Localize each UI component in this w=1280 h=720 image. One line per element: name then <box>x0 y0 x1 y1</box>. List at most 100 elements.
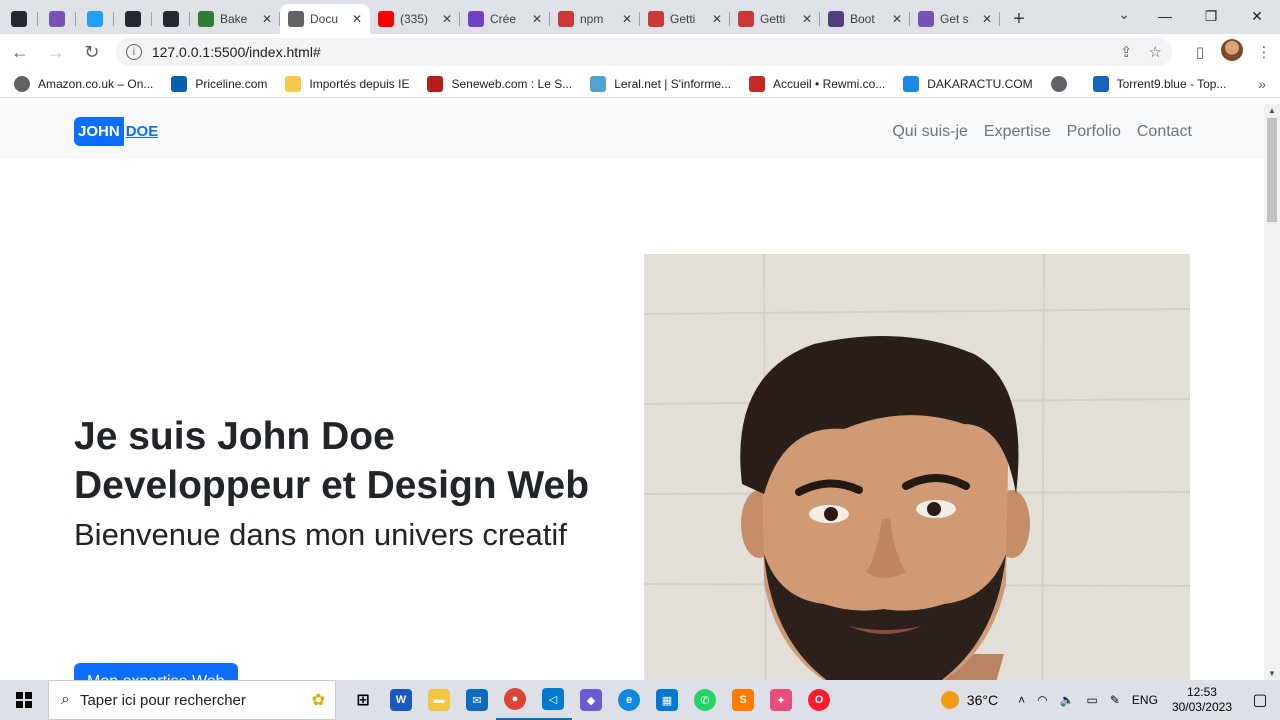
nav-link-contact[interactable]: Contact <box>1137 123 1192 141</box>
clock[interactable]: 12:53 30/03/2023 <box>1172 685 1232 715</box>
site-navbar: JOHN DOE Qui suis-je Expertise Porfolio … <box>0 104 1264 159</box>
tab-close-icon[interactable]: ✕ <box>442 12 452 26</box>
browser-tab[interactable]: npm ✕ <box>550 4 640 34</box>
language-indicator[interactable]: ENG <box>1132 693 1158 707</box>
battery-icon[interactable]: ▭ <box>1087 693 1098 707</box>
new-tab-button[interactable]: + <box>1004 4 1034 34</box>
copilot-icon[interactable]: ◆ <box>572 680 610 720</box>
tab-close-icon[interactable]: ✕ <box>262 12 272 26</box>
globe-icon <box>1050 75 1067 92</box>
bookmark-item[interactable]: Priceline.com <box>171 75 268 92</box>
tab-close-icon[interactable]: ✕ <box>532 12 542 26</box>
edge-icon[interactable]: e <box>610 680 648 720</box>
scrollbar-thumb[interactable] <box>1267 118 1277 222</box>
windows-start-icon[interactable] <box>0 680 48 720</box>
bookmark-item[interactable] <box>1050 75 1075 92</box>
bookmark-item[interactable]: Torrent9.blue - Top... <box>1092 75 1226 92</box>
opera-icon[interactable]: O <box>800 680 838 720</box>
scroll-down-arrow-icon[interactable]: ▼ <box>1268 669 1276 678</box>
profile-avatar[interactable] <box>1216 39 1248 65</box>
windows-taskbar: ⌕ Taper ici pour rechercher ✿ ⊞ W ▬ ✉ ● … <box>0 680 1280 720</box>
weather-widget[interactable]: 36°C <box>940 691 999 709</box>
browser-tab[interactable] <box>152 4 190 34</box>
bookmark-item[interactable]: Amazon.co.uk – On... <box>14 75 153 92</box>
bookmark-star-icon[interactable]: ☆ <box>1149 43 1162 61</box>
tab-search-chevron-icon[interactable]: ⌄ <box>1118 6 1130 23</box>
page-scrollbar[interactable]: ▲ ▼ <box>1264 104 1280 680</box>
profile-photo <box>644 254 1190 680</box>
browser-tab[interactable]: Docu ✕ <box>280 4 370 34</box>
tab-title: Boot <box>850 12 875 26</box>
pen-icon[interactable]: ✎ <box>1110 693 1120 707</box>
side-panel-icon[interactable]: ▯ <box>1184 43 1216 61</box>
browser-toolbar: ← → ↻ i 127.0.0.1:5500/index.html# ⇪ ☆ ▯… <box>0 34 1280 70</box>
bookmark-label: Seneweb.com : Le S... <box>451 76 573 91</box>
share-icon[interactable]: ⇪ <box>1120 43 1133 61</box>
browser-tab[interactable]: Bake ✕ <box>190 4 280 34</box>
browser-tab[interactable]: Boot ✕ <box>820 4 910 34</box>
browser-tab[interactable] <box>0 4 38 34</box>
restore-icon[interactable]: ❐ <box>1188 0 1234 32</box>
nav-link-qui-suis-je[interactable]: Qui suis-je <box>892 123 968 141</box>
bookmark-label: Leral.net | S'informe... <box>614 76 732 91</box>
scroll-up-arrow-icon[interactable]: ▲ <box>1268 106 1276 115</box>
mail-icon[interactable]: ✉ <box>458 680 496 720</box>
nav-link-portfolio[interactable]: Porfolio <box>1067 123 1121 141</box>
tab-close-icon[interactable]: ✕ <box>982 12 992 26</box>
site-info-icon[interactable]: i <box>125 44 142 60</box>
bookmark-item[interactable]: Accueil • Rewmi.co... <box>749 75 885 92</box>
bookmark-item[interactable]: DAKARACTU.COM <box>903 75 1033 92</box>
whatsapp-icon[interactable]: ✆ <box>686 680 724 720</box>
sublime-icon[interactable]: S <box>724 680 762 720</box>
rewmi-icon <box>749 75 766 92</box>
minimize-icon[interactable]: — <box>1142 0 1188 32</box>
file-explorer-icon[interactable]: ▬ <box>420 680 458 720</box>
menu-kebab-icon[interactable]: ⋮ <box>1248 43 1280 61</box>
taskbar-search-box[interactable]: ⌕ Taper ici pour rechercher ✿ <box>48 680 336 720</box>
task-view-icon[interactable]: ⊞ <box>344 680 382 720</box>
tab-close-icon[interactable]: ✕ <box>622 12 632 26</box>
browser-tab[interactable]: Getti ✕ <box>730 4 820 34</box>
git-kraken-icon[interactable]: ✦ <box>762 680 800 720</box>
browser-tab[interactable]: Crée ✕ <box>460 4 550 34</box>
browser-tab[interactable] <box>76 4 114 34</box>
bootstrap-icon <box>49 11 65 27</box>
browser-tab[interactable] <box>114 4 152 34</box>
site-brand-link[interactable]: JOHN DOE <box>74 117 158 146</box>
close-window-icon[interactable]: ✕ <box>1234 0 1280 32</box>
store-icon[interactable]: ▦ <box>648 680 686 720</box>
weather-temperature: 36°C <box>966 692 999 708</box>
expertise-cta-button[interactable]: Mon expertise Web <box>74 663 238 680</box>
reload-icon[interactable]: ↻ <box>76 36 108 68</box>
wifi-icon[interactable]: ◠ <box>1037 693 1047 707</box>
url-text: 127.0.0.1:5500/index.html# <box>151 44 321 60</box>
notification-icon[interactable]: ▢ <box>1240 690 1280 710</box>
github-icon <box>125 11 141 27</box>
page-viewport: JOHN DOE Qui suis-je Expertise Porfolio … <box>0 104 1264 680</box>
browser-tab[interactable]: Getti ✕ <box>640 4 730 34</box>
forward-arrow-icon[interactable]: → <box>40 36 72 68</box>
search-icon: ⌕ <box>61 691 70 708</box>
bookmarks-overflow-icon[interactable]: » <box>1258 76 1266 92</box>
tab-close-icon[interactable]: ✕ <box>892 12 902 26</box>
browser-tab[interactable]: (335) ✕ <box>370 4 460 34</box>
word-icon[interactable]: W <box>382 680 420 720</box>
github-icon <box>11 11 27 27</box>
bookmark-item[interactable]: Importés depuis IE <box>285 75 409 92</box>
browser-tab[interactable] <box>38 4 76 34</box>
tab-close-icon[interactable]: ✕ <box>712 12 722 26</box>
bookmark-item[interactable]: Seneweb.com : Le S... <box>427 75 573 92</box>
bookmark-label: Priceline.com <box>195 76 268 91</box>
nav-link-expertise[interactable]: Expertise <box>984 123 1051 141</box>
address-bar[interactable]: i 127.0.0.1:5500/index.html# ⇪ ☆ <box>115 38 1172 66</box>
tray-chevron-up-icon[interactable]: ˄ <box>1018 693 1025 707</box>
tab-close-icon[interactable]: ✕ <box>352 12 362 26</box>
bookmark-item[interactable]: Leral.net | S'informe... <box>590 75 732 92</box>
chrome-icon[interactable]: ● <box>496 680 534 720</box>
vscode-icon[interactable]: ◁ <box>534 680 572 720</box>
bookmark-label: DAKARACTU.COM <box>927 76 1033 91</box>
back-arrow-icon[interactable]: ← <box>4 36 36 68</box>
browser-tab[interactable]: Get s ✕ <box>910 4 1000 34</box>
tab-close-icon[interactable]: ✕ <box>802 12 812 26</box>
volume-icon[interactable]: 🔈 <box>1060 693 1075 707</box>
